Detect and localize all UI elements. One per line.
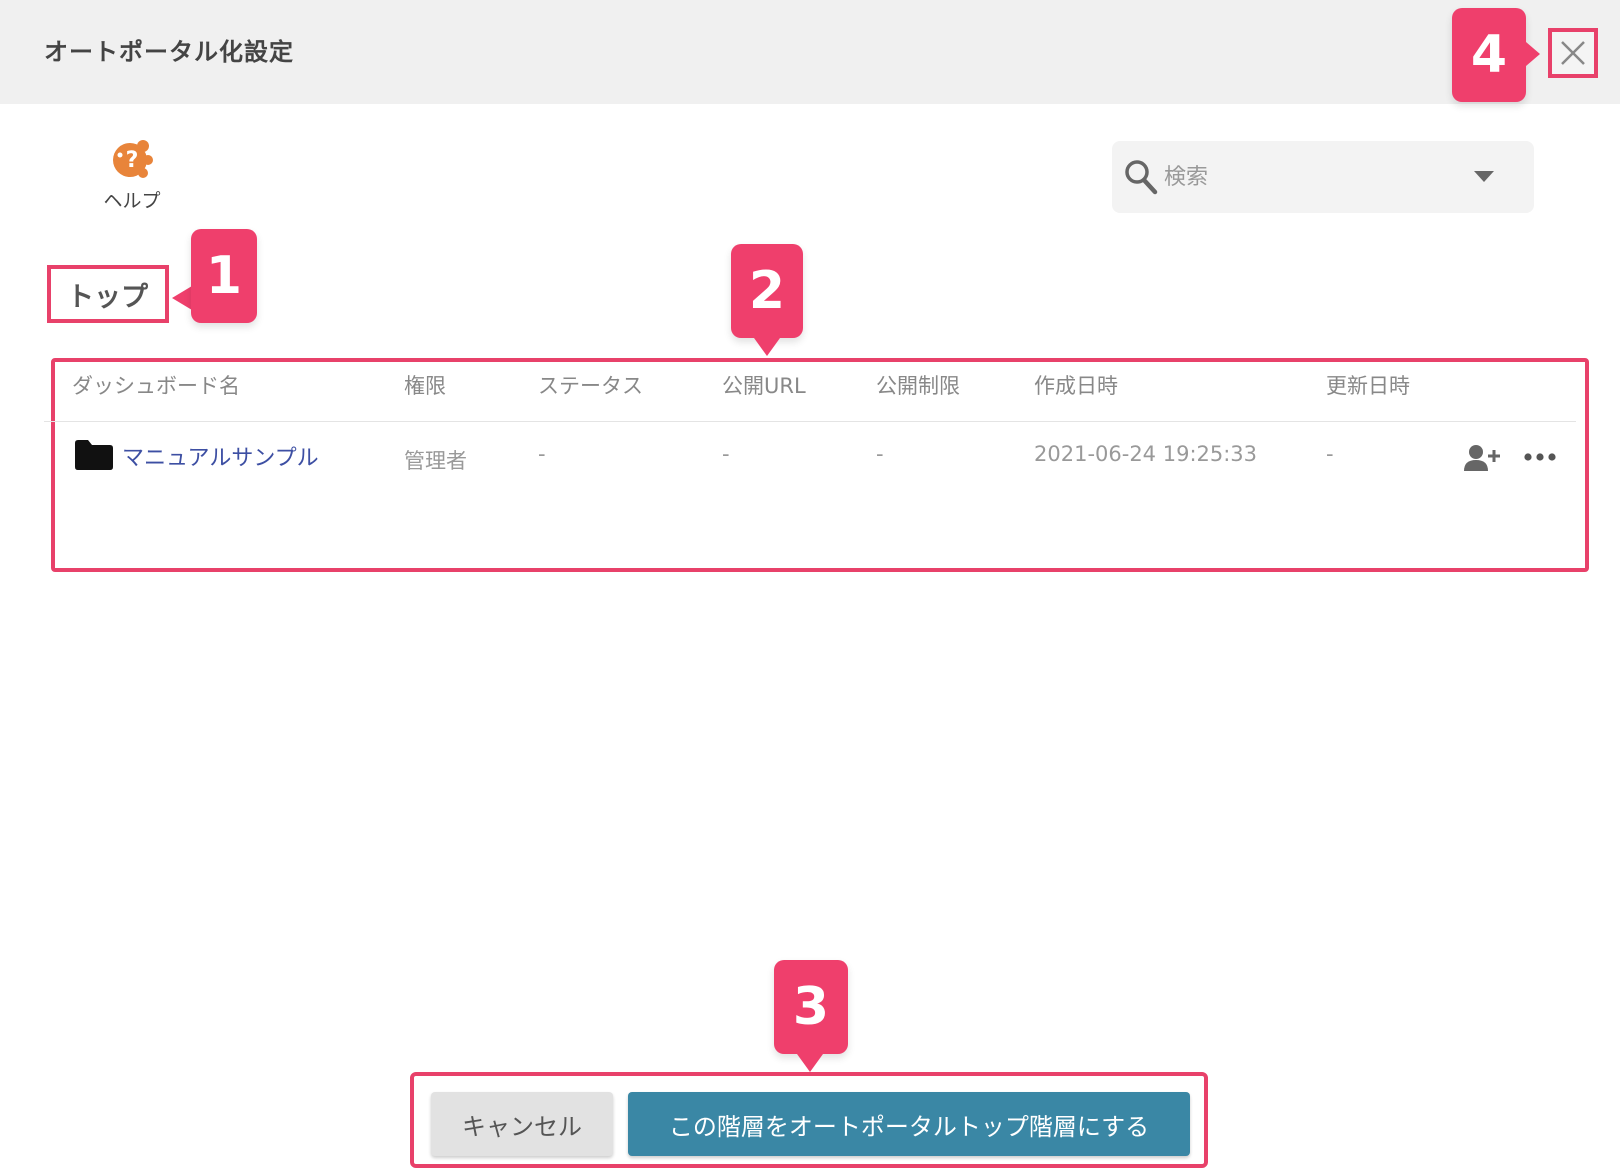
- column-header-name[interactable]: ダッシュボード名: [72, 370, 240, 400]
- cell-updated: -: [1326, 442, 1334, 466]
- column-header-public-restriction[interactable]: 公開制限: [876, 370, 960, 400]
- search-icon: [1125, 160, 1158, 195]
- more-options-icon[interactable]: [1524, 452, 1556, 462]
- dashboard-name-link[interactable]: マニュアルサンプル: [122, 440, 319, 472]
- column-header-updated[interactable]: 更新日時: [1326, 370, 1410, 400]
- add-user-icon[interactable]: [1464, 444, 1502, 472]
- breadcrumb-label: トップ: [67, 281, 148, 313]
- callout-2: 2: [731, 244, 803, 338]
- cell-status: -: [538, 442, 546, 466]
- column-header-created[interactable]: 作成日時: [1034, 370, 1118, 400]
- callout-3: 3: [774, 960, 848, 1054]
- search-input[interactable]: [1162, 155, 1466, 199]
- cell-created: 2021-06-24 19:25:33: [1034, 442, 1258, 466]
- folder-icon: [75, 440, 113, 470]
- search-box[interactable]: [1112, 141, 1534, 213]
- callout-1: 1: [191, 229, 257, 323]
- table-header-divider: [44, 421, 1576, 422]
- column-header-public-url[interactable]: 公開URL: [722, 370, 806, 400]
- set-portal-top-button[interactable]: この階層をオートポータルトップ階層にする: [628, 1092, 1190, 1156]
- column-header-status[interactable]: ステータス: [538, 370, 643, 400]
- callout-2-pointer: [754, 338, 780, 356]
- cancel-button[interactable]: キャンセル: [431, 1092, 613, 1156]
- callout-1-pointer: [172, 286, 192, 310]
- dialog-header: オートポータル化設定: [0, 0, 1620, 104]
- chevron-down-icon[interactable]: [1474, 171, 1494, 183]
- callout-3-pointer: [797, 1054, 823, 1072]
- dialog-title: オートポータル化設定: [44, 38, 294, 66]
- close-button[interactable]: [1548, 28, 1598, 78]
- help-label: ヘルプ: [103, 190, 161, 212]
- cell-public-url: -: [722, 442, 730, 466]
- cell-public-restriction: -: [876, 442, 884, 466]
- help-icon: ?: [113, 140, 153, 178]
- cell-permission: 管理者: [404, 449, 467, 473]
- column-header-permission[interactable]: 権限: [404, 370, 446, 400]
- callout-4-pointer: [1526, 42, 1540, 66]
- breadcrumb-top[interactable]: トップ: [47, 265, 169, 323]
- svg-text:?: ?: [126, 148, 139, 173]
- close-icon: [1561, 41, 1585, 65]
- callout-4: 4: [1452, 8, 1526, 102]
- help-button[interactable]: ? ヘルプ: [96, 136, 168, 213]
